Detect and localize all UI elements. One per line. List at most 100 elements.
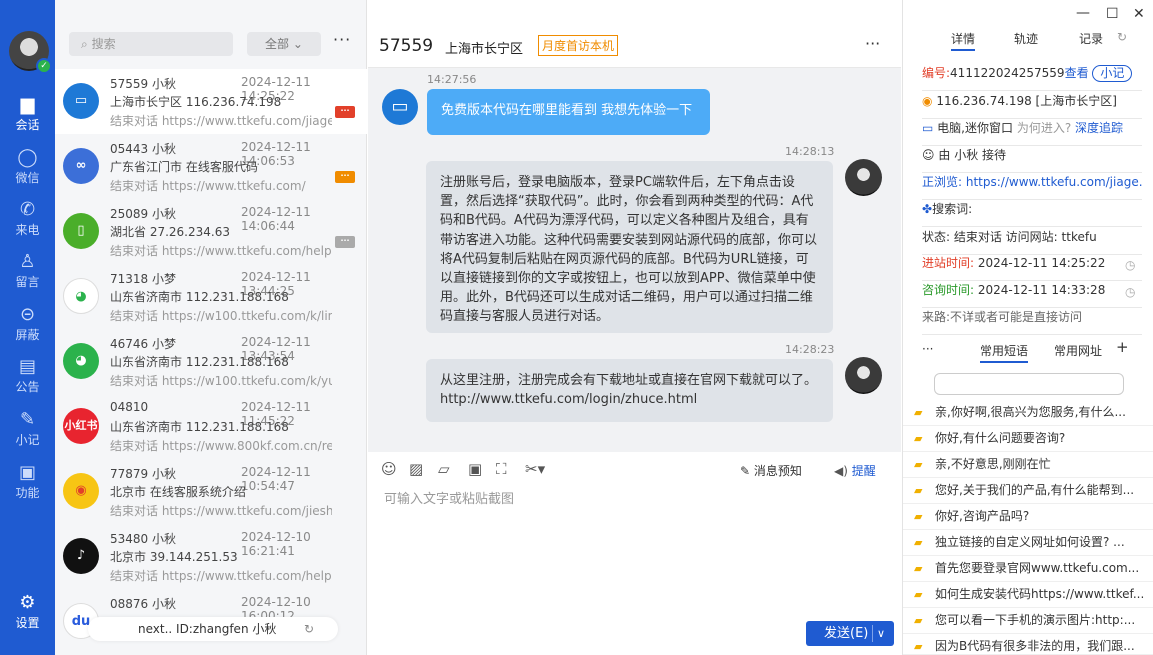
phone-avatar-icon: ▯ [63, 213, 99, 249]
chart-icon: ▣ [18, 462, 36, 483]
phrase-item[interactable]: ▰ 你好,咨询产品吗? [903, 504, 1153, 530]
send-button[interactable]: 发送(E) ∨ [806, 621, 894, 646]
enter-time-row: 进站时间: 2024-12-11 14:25:22 ◷ [922, 254, 1142, 281]
phrase-icon: ▰ [914, 614, 923, 627]
conversation-row[interactable]: ◉ 77879 小秋 2024-12-11 10:54:47 北京市 在线客服系… [55, 459, 367, 524]
why-link[interactable]: 为何进入? [1017, 121, 1071, 135]
add-phrase-button[interactable]: + [1116, 338, 1129, 356]
wechat-icon: ◯ [17, 147, 38, 168]
input-toolbar: ☺ ▨ ▱ ▣ ⛶ ✂▾ ✎ 消息预知 ◀) 提醒 [368, 452, 901, 486]
chevron-down-icon: ⌄ [292, 37, 303, 51]
conversation-row[interactable]: ◕ 71318 小梦 2024-12-11 13:44:25 山东省济南市 11… [55, 264, 367, 329]
visitor-message: 免费版本代码在哪里能看到 我想先体验一下 [427, 89, 710, 135]
row-id-agent: 57559 小秋 [110, 77, 177, 91]
message-time: 14:27:56 [427, 73, 477, 86]
save-icon[interactable]: ▣ [468, 460, 482, 478]
conversation-row[interactable]: ∞ 05443 小秋 2024-12-11 14:06:53 广东省江门市 在线… [55, 134, 367, 199]
refresh-icon[interactable]: ↻ [304, 617, 314, 641]
conversation-row[interactable]: ▭ 57559 小秋 2024-12-11 14:25:22 上海市长宁区 11… [55, 69, 367, 134]
phrase-icon: ▰ [914, 510, 923, 523]
message-area: 14:27:56 ▭ 免费版本代码在哪里能看到 我想先体验一下 14:28:13… [368, 68, 901, 452]
emoji-icon[interactable]: ☺ [381, 460, 397, 478]
screenshot-icon[interactable]: ⛶ [496, 460, 507, 478]
tab-track[interactable]: 轨迹 [1014, 30, 1038, 47]
left-nav: ✓ ▆ 会话 ◯ 微信 ✆ 来电 ♙ 留言 ⊝ 屏蔽 ▤ 公告 ✎ 小记 ▣ 功… [0, 0, 55, 655]
tab-details[interactable]: 详情 [951, 30, 976, 51]
conversation-row[interactable]: 小红书 04810 2024-12-11 11:45:22 山东省济南市 112… [55, 394, 367, 459]
message-time: 14:28:13 [785, 145, 835, 158]
pen-icon: ✎ [19, 409, 36, 430]
row-id: 04810 [110, 400, 149, 414]
nav-item-chat[interactable]: ▆ 会话 [0, 94, 55, 133]
image-icon[interactable]: ▨ [409, 460, 423, 478]
phrase-item[interactable]: ▰ 因为B代码有很多非法的用，我们跟... [903, 634, 1153, 655]
message-preview-button[interactable]: ✎ 消息预知 [740, 462, 802, 479]
wechat-avatar-icon: ◕ [63, 278, 99, 314]
chat-panel: 57559 上海市长宁区 月度首访本机 ··· 14:27:56 ▭ 免费版本代… [368, 0, 901, 655]
message-time: 14:28:23 [785, 343, 835, 356]
chat-more-button[interactable]: ··· [865, 34, 880, 53]
my-avatar[interactable]: ✓ [9, 31, 52, 74]
search-input[interactable]: ⌕ 搜索 [69, 32, 233, 56]
tab-common-phrases[interactable]: 常用短语 [980, 342, 1029, 363]
row-id-agent: 77879 小秋 [110, 467, 177, 481]
phrase-icon: ▰ [914, 588, 923, 601]
pc-avatar-icon: ▭ [382, 89, 418, 125]
ip-value: 116.236.74.198 [上海市长宁区] [936, 94, 1117, 108]
visit-tag: 月度首访本机 [538, 35, 619, 56]
browsing-url[interactable]: https://www.ttkefu.com/jiage.h... [966, 175, 1142, 189]
row-last-message: 结束对话 https://www.ttkefu.com/helpsho [110, 569, 332, 583]
row-location: 北京市 在线客服系统介绍 [110, 485, 246, 499]
row-location: 山东省济南市 112.231.188.168 [110, 420, 289, 434]
send-label: 发送(E) [824, 626, 869, 641]
nav-item-wechat[interactable]: ◯ 微信 [0, 147, 55, 186]
nav-item-note[interactable]: ✎ 小记 [0, 409, 55, 448]
phrase-item[interactable]: ▰ 您好,关于我们的产品,有什么能帮到... [903, 478, 1153, 504]
row-badge: ··· [335, 171, 355, 183]
speaker-icon: ◀) [834, 464, 848, 478]
close-icon[interactable]: ✕ [1133, 6, 1145, 22]
clock-icon: ◷ [1125, 285, 1136, 299]
message-input[interactable]: 可输入文字或粘贴截图 [384, 488, 514, 507]
conversation-row[interactable]: ♪ 53480 小秋 2024-12-10 16:21:41 北京市 39.14… [55, 524, 367, 589]
nav-item-notice[interactable]: ▤ 公告 [0, 356, 55, 395]
chevron-down-icon[interactable]: ∨ [877, 621, 885, 646]
maximize-icon[interactable]: ☐ [1106, 6, 1119, 22]
row-last-message: 结束对话 https://www.ttkefu.com/helpsho [110, 244, 332, 258]
phrase-item[interactable]: ▰ 首先您要登录官网www.ttkefu.com... [903, 556, 1153, 582]
phrase-item[interactable]: ▰ 独立链接的自定义网址如何设置? ... [903, 530, 1153, 556]
nav-item-settings[interactable]: ⚙ 设置 [0, 592, 55, 631]
nav-item-message[interactable]: ♙ 留言 [0, 251, 55, 290]
pc-avatar-icon: ▭ [63, 83, 99, 119]
quick-more-button[interactable]: ··· [922, 342, 933, 356]
conversation-row[interactable]: ◕ 46746 小梦 2024-12-11 13:43:54 山东省济南市 11… [55, 329, 367, 394]
filter-dropdown[interactable]: 全部 ⌄ [247, 32, 321, 56]
tab-common-urls[interactable]: 常用网址 [1054, 342, 1102, 359]
minimize-icon[interactable]: — [1076, 5, 1090, 21]
tab-records[interactable]: 记录 [1079, 30, 1103, 47]
agent-avatar [845, 159, 882, 196]
note-button[interactable]: 小记 [1092, 65, 1133, 82]
phrase-item[interactable]: ▰ 如何生成安装代码https://www.ttkef... [903, 582, 1153, 608]
phrase-item[interactable]: ▰ 你好,有什么问题要咨询? [903, 426, 1153, 452]
deep-track-link[interactable]: 深度追踪 [1075, 121, 1123, 135]
remind-button[interactable]: ◀) 提醒 [834, 462, 876, 479]
phrase-search-input[interactable] [934, 373, 1124, 395]
conversation-row[interactable]: ▯ 25089 小秋 2024-12-11 14:06:44 湖北省 27.26… [55, 199, 367, 264]
nav-item-phone[interactable]: ✆ 来电 [0, 199, 55, 238]
folder-icon[interactable]: ▱ [438, 460, 450, 478]
id-label: 编号: [922, 66, 951, 80]
view-link[interactable]: 查看 [1065, 66, 1089, 80]
refresh-icon[interactable]: ↻ [1117, 30, 1127, 44]
nav-item-block[interactable]: ⊝ 屏蔽 [0, 304, 55, 343]
nav-item-function[interactable]: ▣ 功能 [0, 462, 55, 501]
row-location: 上海市长宁区 116.236.74.198 [110, 95, 282, 109]
list-more-button[interactable]: ··· [333, 30, 351, 49]
row-id-agent: 05443 小秋 [110, 142, 177, 156]
phrase-item[interactable]: ▰ 亲,你好啊,很高兴为您服务,有什么... [903, 400, 1153, 426]
scissors-icon[interactable]: ✂▾ [525, 460, 545, 478]
phrase-item[interactable]: ▰ 您可以看一下手机的演示图片:http:... [903, 608, 1153, 634]
phrase-item[interactable]: ▰ 亲,不好意思,刚刚在忙 [903, 452, 1153, 478]
row-id-agent: 71318 小梦 [110, 272, 177, 286]
nav-label: 小记 [15, 433, 40, 447]
